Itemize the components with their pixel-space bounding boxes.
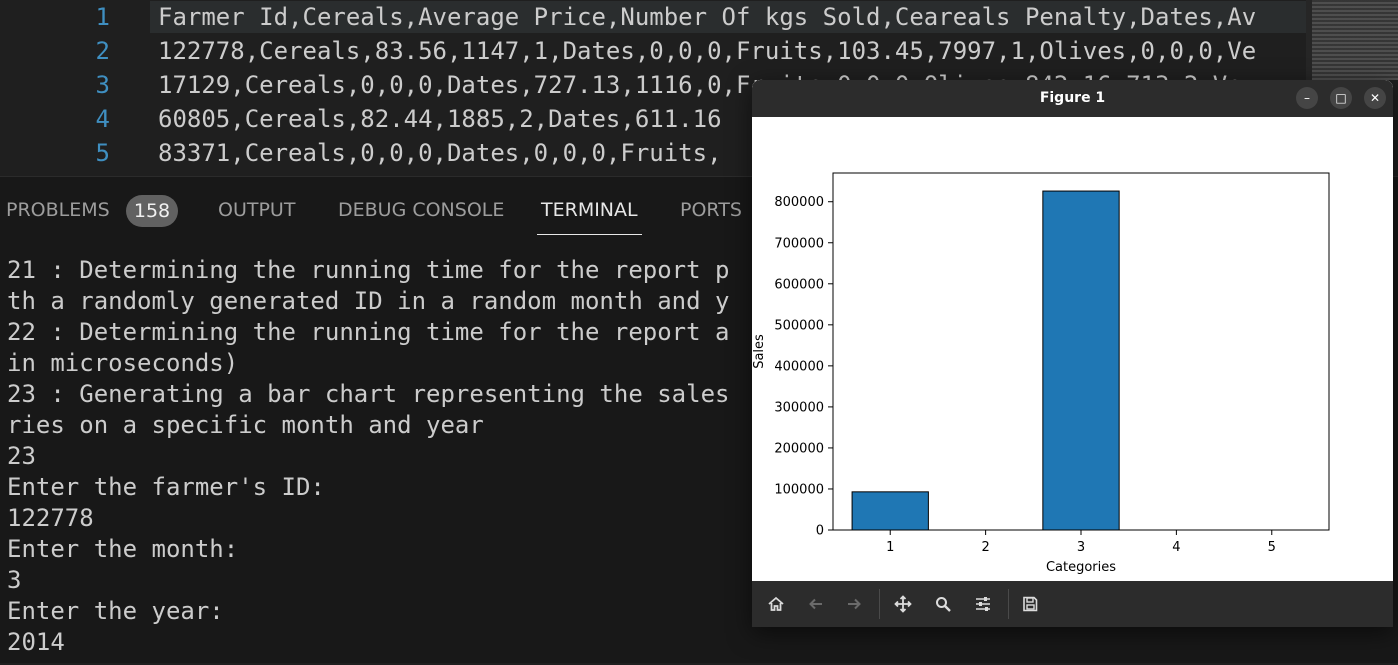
y-tick-label: 200000 bbox=[774, 441, 824, 456]
chart-bar bbox=[1042, 190, 1120, 531]
y-tick-label: 100000 bbox=[774, 482, 824, 497]
maximize-icon: □ bbox=[1335, 91, 1347, 105]
tab-ports[interactable]: PORTS bbox=[680, 177, 742, 235]
y-tick-label: 500000 bbox=[774, 318, 824, 333]
x-tick-label: 1 bbox=[886, 540, 894, 555]
y-tick-label: 400000 bbox=[774, 359, 824, 374]
line-number: 3 bbox=[95, 71, 110, 99]
close-icon: ✕ bbox=[1369, 91, 1381, 105]
y-tick-label: 300000 bbox=[774, 400, 824, 415]
x-tick-label: 3 bbox=[1077, 540, 1085, 555]
pan-icon bbox=[894, 595, 912, 613]
home-button[interactable] bbox=[763, 592, 789, 616]
figure-window[interactable]: Figure 1 – □ ✕ 1 2 3 4 5 0 100000 200000 300000 4… bbox=[752, 80, 1393, 627]
save-button[interactable] bbox=[1017, 592, 1043, 616]
tab-terminal[interactable]: TERMINAL bbox=[537, 177, 642, 235]
tab-output[interactable]: OUTPUT bbox=[218, 177, 295, 235]
tab-debug-console[interactable]: DEBUG CONSOLE bbox=[338, 177, 504, 235]
maximize-button[interactable]: □ bbox=[1330, 87, 1352, 109]
x-tick-label: 5 bbox=[1268, 540, 1276, 555]
y-tick-label: 600000 bbox=[774, 277, 824, 292]
pan-button[interactable] bbox=[890, 592, 916, 616]
configure-subplots-button[interactable] bbox=[970, 592, 996, 616]
save-icon bbox=[1023, 596, 1038, 612]
y-axis-label: Sales bbox=[752, 334, 767, 369]
minimize-button[interactable]: – bbox=[1296, 87, 1318, 109]
figure-titlebar[interactable]: Figure 1 – □ ✕ bbox=[752, 80, 1393, 117]
figure-canvas[interactable]: 1 2 3 4 5 0 100000 200000 300000 400000 500000 6000… bbox=[752, 117, 1393, 581]
y-tick-label: 800000 bbox=[774, 195, 824, 210]
code-text[interactable]: 122778,Cereals,83.56,1147,1,Dates,0,0,0,… bbox=[158, 34, 1306, 68]
code-line[interactable]: 1 Farmer Id,Cereals,Average Price,Number… bbox=[0, 0, 1398, 34]
toolbar-separator bbox=[1008, 589, 1009, 619]
back-button[interactable] bbox=[803, 592, 829, 616]
line-number: 5 bbox=[95, 139, 110, 167]
figure-toolbar bbox=[752, 581, 1393, 627]
y-tick-label: 700000 bbox=[774, 236, 824, 251]
home-icon bbox=[768, 596, 784, 611]
line-number: 2 bbox=[95, 37, 110, 65]
close-button[interactable]: ✕ bbox=[1364, 87, 1386, 109]
x-axis-label: Categories bbox=[1046, 560, 1116, 575]
tab-problems[interactable]: PROBLEMS bbox=[6, 177, 110, 235]
forward-button[interactable] bbox=[841, 592, 867, 616]
chart-bar bbox=[851, 491, 929, 531]
minimap[interactable] bbox=[1312, 0, 1398, 80]
bar-chart: 1 2 3 4 5 0 100000 200000 300000 400000 500000 6000… bbox=[752, 172, 1330, 575]
x-tick-label: 4 bbox=[1172, 540, 1180, 555]
line-number: 4 bbox=[95, 105, 110, 133]
zoom-icon bbox=[936, 597, 951, 612]
minimize-icon: – bbox=[1304, 91, 1310, 105]
terminal-line: 2014 bbox=[7, 628, 65, 656]
back-arrow-icon bbox=[809, 598, 822, 610]
line-number: 1 bbox=[95, 3, 110, 31]
problems-count-badge: 158 bbox=[126, 195, 178, 227]
y-tick-label: 0 bbox=[816, 524, 824, 539]
zoom-button[interactable] bbox=[930, 592, 956, 616]
code-text[interactable]: Farmer Id,Cereals,Average Price,Number O… bbox=[158, 0, 1306, 34]
toolbar-separator bbox=[879, 589, 880, 619]
forward-arrow-icon bbox=[848, 598, 861, 610]
code-line[interactable]: 2 122778,Cereals,83.56,1147,1,Dates,0,0,… bbox=[0, 34, 1398, 68]
configure-subplots-icon bbox=[976, 597, 990, 611]
x-tick-label: 2 bbox=[981, 540, 989, 555]
